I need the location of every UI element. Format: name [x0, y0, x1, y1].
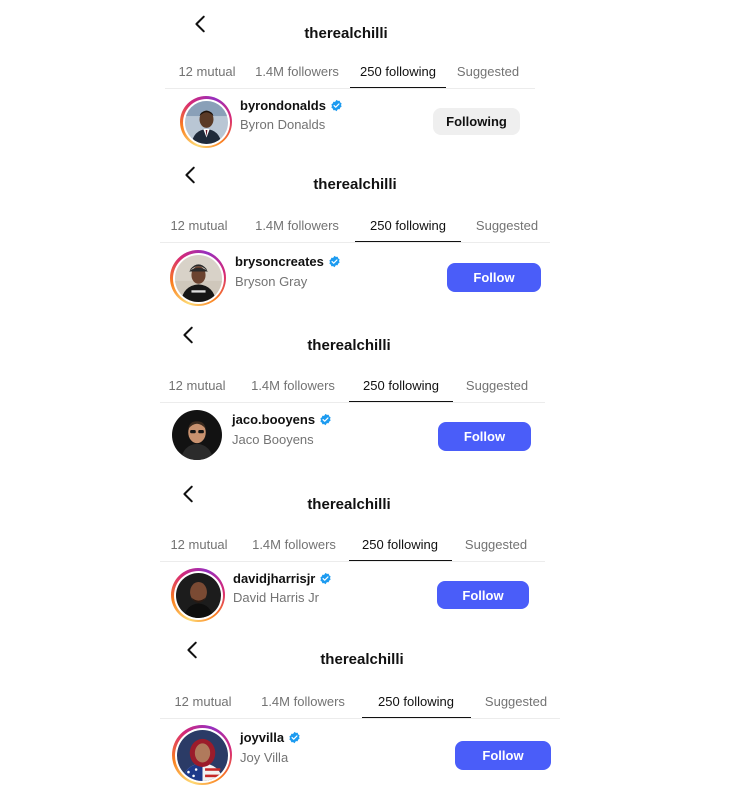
tabs-divider: [160, 718, 560, 719]
back-arrow-icon[interactable]: [182, 639, 204, 661]
tab-following[interactable]: 250 following: [378, 694, 454, 709]
profile-title: therealchilli: [320, 651, 404, 668]
follow-button[interactable]: Follow: [455, 741, 551, 770]
verified-badge-icon: [288, 731, 301, 744]
tab-followers[interactable]: 1.4M followers: [261, 694, 345, 709]
username[interactable]: joyvilla: [240, 730, 284, 745]
handle-row: joyvilla: [240, 730, 301, 745]
profile-following-panel: therealchilli 12 mutual 1.4M followers 250 …: [0, 0, 729, 800]
display-name: Joy Villa: [240, 750, 289, 765]
avatar-photo: [176, 729, 228, 781]
tab-suggested[interactable]: Suggested: [485, 694, 547, 709]
tab-mutual[interactable]: 12 mutual: [174, 694, 231, 709]
avatar[interactable]: [172, 725, 232, 785]
